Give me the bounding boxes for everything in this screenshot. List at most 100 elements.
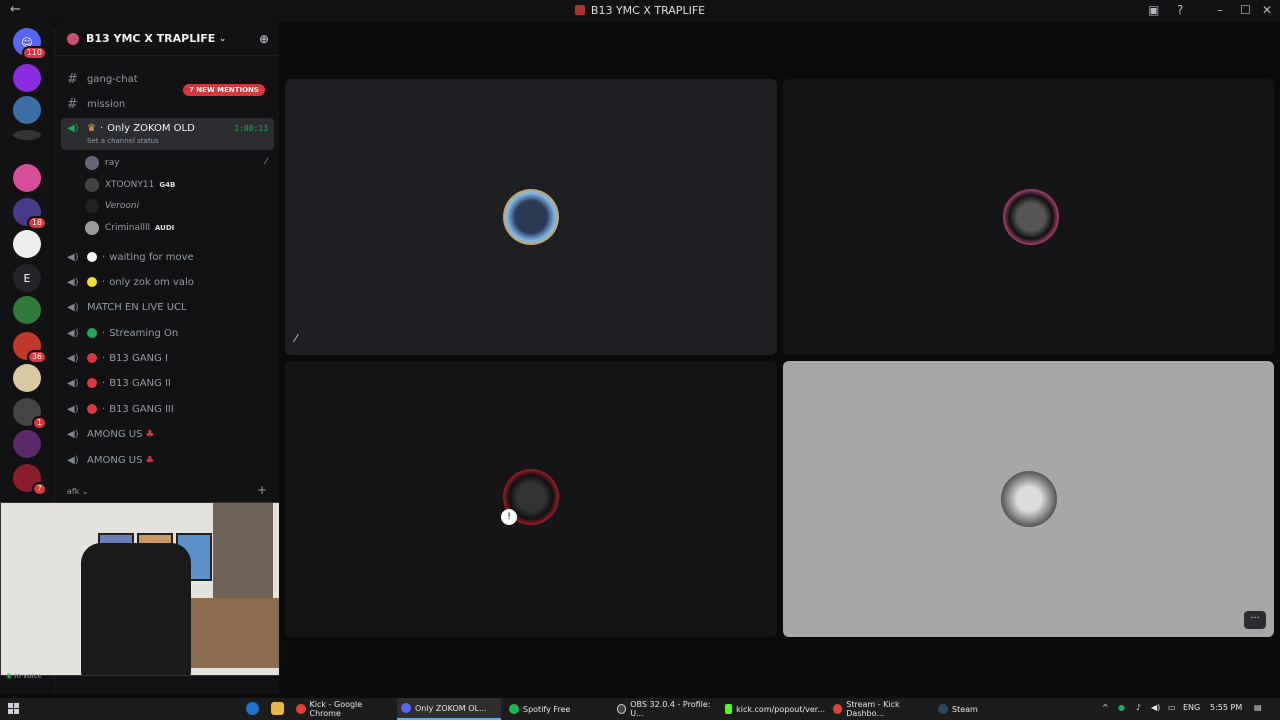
guild-icon[interactable]: 18: [13, 198, 47, 230]
status-dot: [87, 353, 97, 363]
voice-channel[interactable]: ◀) · B13 GANG I: [61, 347, 274, 369]
taskbar-app[interactable]: Spotify Free: [505, 698, 609, 720]
voice-channel[interactable]: ◀) · Streaming On: [61, 322, 274, 344]
voice-channel[interactable]: ◀) AMONG US ♣: [61, 423, 274, 445]
voice-member[interactable]: Criminallll AUDI: [85, 219, 174, 237]
category-label: afk: [67, 487, 80, 496]
participant-tile[interactable]: ⁄: [285, 79, 777, 355]
voice-channel[interactable]: ◀) AMONG US ♣: [61, 449, 274, 471]
speaker-icon: ◀): [67, 327, 79, 339]
start-button[interactable]: [8, 703, 19, 714]
participant-tile[interactable]: !: [285, 361, 777, 637]
avatar: [85, 221, 99, 235]
guild-badge: 18: [26, 216, 47, 230]
hash-icon: #: [67, 71, 78, 87]
guild-badge: 1: [31, 416, 47, 430]
chrome-icon: [296, 704, 306, 714]
hash-icon: #: [67, 96, 78, 112]
channel-label: waiting for move: [109, 251, 194, 263]
mushroom-icon: ♣: [145, 428, 155, 440]
taskbar-app[interactable]: kick.com/popout/ver...: [721, 698, 825, 720]
chevron-down-icon: ⌄: [219, 34, 227, 43]
chrome-icon: [833, 704, 843, 714]
voice-channel[interactable]: ◀) · B13 GANG II: [61, 372, 274, 394]
taskbar-app-label: Steam: [952, 704, 978, 714]
taskbar-app[interactable]: Kick - Google Chrome: [292, 698, 392, 720]
voice-timer: 1:08:13: [234, 124, 268, 133]
title-bar: ← B13 YMC X TRAPLIFE ▣ ? – ☐ ✕: [0, 0, 1280, 22]
taskbar-app-active[interactable]: Only ZOKOM OL...: [397, 698, 501, 720]
taskbar-app-label: Only ZOKOM OL...: [415, 703, 487, 713]
guild-icon[interactable]: [13, 430, 41, 458]
server-header[interactable]: B13 YMC X TRAPLIFE ⌄ ⊕: [55, 22, 279, 56]
voice-member[interactable]: ray: [85, 154, 120, 172]
speaker-icon: ◀): [67, 251, 79, 263]
guild-icon[interactable]: [13, 164, 41, 192]
member-tag: G4B: [159, 181, 176, 189]
edge-icon[interactable]: [246, 702, 259, 715]
participant-tile[interactable]: [783, 79, 1274, 355]
tray-overflow-icon[interactable]: ^: [1102, 703, 1109, 712]
voice-channel-active[interactable]: ◀) ♛ · Only ZOKOM OLD 1:08:13 Set a chan…: [61, 118, 274, 150]
member-name: ray: [105, 158, 120, 168]
more-options-button[interactable]: ···: [1244, 611, 1266, 629]
channel-label: gang-chat: [87, 73, 138, 85]
file-explorer-icon[interactable]: [271, 702, 284, 715]
voice-member[interactable]: XTOONY11 G4B: [85, 176, 175, 194]
language-indicator[interactable]: ENG: [1183, 703, 1200, 712]
channel-mission[interactable]: # mission: [61, 93, 274, 115]
voice-channel[interactable]: ◀) · only zok om valo: [61, 271, 274, 293]
voice-channel[interactable]: ◀) MATCH EN LIVE UCL: [61, 296, 274, 318]
spotify-icon: [509, 704, 519, 714]
guild-icon[interactable]: [13, 296, 41, 324]
speaker-icon: ◀): [67, 301, 79, 313]
avatar: [85, 156, 99, 170]
voice-channel[interactable]: ◀) · waiting for move: [61, 246, 274, 268]
maximize-button[interactable]: ☐: [1240, 3, 1251, 17]
close-button[interactable]: ✕: [1262, 3, 1272, 17]
channel-label: only zok om valo: [109, 276, 194, 288]
voice-member[interactable]: Verooni: [85, 197, 139, 215]
guild-badge: 7: [31, 482, 47, 496]
server-logo-icon: [574, 5, 585, 15]
guild-icon[interactable]: 36: [13, 332, 47, 364]
category-afk[interactable]: afk ⌄: [67, 487, 89, 496]
guild-icon[interactable]: [13, 96, 41, 124]
voice-channel[interactable]: ◀) · B13 GANG III: [61, 398, 274, 420]
status-dot: [87, 252, 97, 262]
clock[interactable]: 5:55 PM: [1210, 703, 1242, 712]
guild-icon[interactable]: 1: [13, 398, 47, 430]
guild-icon[interactable]: 7: [13, 464, 47, 496]
microphone-icon[interactable]: ♪: [1136, 703, 1141, 712]
volume-icon[interactable]: ◀): [1151, 703, 1160, 712]
chair: [81, 543, 191, 675]
discord-icon: [401, 703, 411, 713]
taskbar-app[interactable]: Steam: [934, 698, 994, 720]
windows-taskbar: Kick - Google Chrome Only ZOKOM OL... Sp…: [0, 698, 1280, 720]
voice-grid: ⁄ ! ···: [279, 22, 1280, 694]
minimize-button[interactable]: –: [1217, 3, 1223, 17]
help-icon[interactable]: ?: [1177, 3, 1183, 17]
guild-icon[interactable]: [13, 230, 41, 258]
invite-people-icon[interactable]: ⊕: [259, 32, 269, 46]
channel-label: MATCH EN LIVE UCL: [87, 301, 187, 313]
participant-tile[interactable]: ···: [783, 361, 1274, 637]
crown-icon: ♛: [87, 123, 96, 134]
tray-app-icon[interactable]: ●: [1118, 703, 1125, 712]
taskbar-app-label: kick.com/popout/ver...: [736, 704, 825, 714]
guild-icon[interactable]: [13, 130, 41, 140]
taskbar-app[interactable]: Stream - Kick Dashbo...: [829, 698, 933, 720]
taskbar-app[interactable]: OBS 32.0.4 - Profile: U...: [613, 698, 717, 720]
guild-icon[interactable]: [13, 64, 41, 92]
guild-icon[interactable]: ☺ 110: [13, 28, 47, 60]
wall-art: [213, 503, 273, 613]
inbox-icon[interactable]: ▣: [1148, 3, 1159, 17]
guild-icon[interactable]: [13, 364, 41, 392]
notification-icon[interactable]: ▤: [1254, 703, 1262, 712]
channel-status-placeholder[interactable]: Set a channel status: [87, 137, 159, 145]
member-tag: AUDI: [154, 224, 175, 232]
member-name: XTOONY11: [105, 180, 155, 190]
guild-icon[interactable]: E: [13, 264, 41, 292]
network-icon[interactable]: ▭: [1168, 703, 1176, 712]
add-channel-icon[interactable]: +: [257, 483, 267, 497]
